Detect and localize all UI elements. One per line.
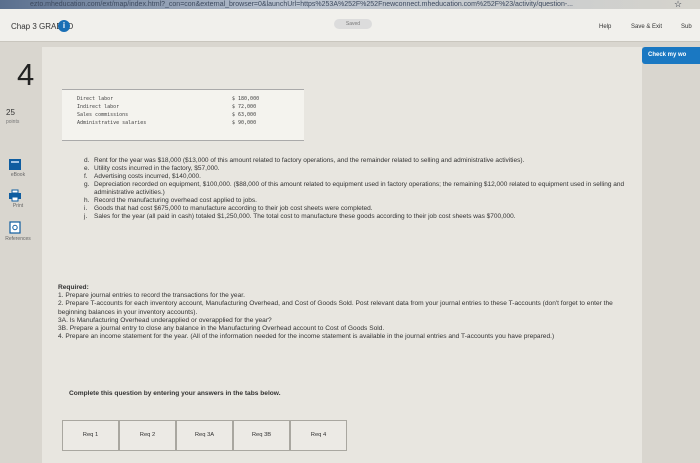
url-text[interactable]: ezto.mheducation.com/ext/map/index.html?… — [30, 0, 573, 9]
cost-amount: $ 180,000 — [232, 96, 260, 102]
sidebar-label-print: Print — [12, 203, 24, 209]
cost-label: Sales commissions — [77, 112, 129, 118]
list-item: i. Goods that had cost $675,000 to manufa… — [84, 205, 373, 212]
cost-label: Administrative salaries — [77, 120, 147, 126]
cost-amount: $ 63,000 — [232, 112, 257, 118]
sidebar-label-references: References — [5, 236, 31, 242]
sidebar-label-ebook: eBook — [10, 172, 26, 178]
list-item: h. Record the manufacturing overhead cost… — [84, 197, 257, 204]
requirement-item: 2. Prepare T-accounts for each inventory… — [58, 300, 613, 316]
required-section: Required: 1. Prepare journal entries to … — [58, 284, 628, 341]
cost-amount: $ 90,000 — [232, 120, 257, 126]
list-item: j. Sales for the year (all paid in cash) … — [84, 213, 516, 220]
question-number: 4 — [17, 57, 35, 92]
tab-req-1[interactable]: Req 1 — [62, 420, 119, 451]
list-item: d. Rent for the year was $18,000 ($13,000… — [84, 157, 525, 164]
requirement-item: 1. Prepare journal entries to record the… — [58, 292, 245, 300]
cost-amount: $ 72,000 — [232, 104, 257, 110]
cost-table: Direct labor $ 180,000 Indirect labor $ … — [62, 89, 304, 141]
bookmark-star-icon[interactable]: ☆ — [674, 0, 682, 9]
saved-status-badge: Saved — [334, 19, 372, 29]
tab-req-3a[interactable]: Req 3A — [176, 420, 233, 451]
tab-req-4[interactable]: Req 4 — [290, 420, 347, 451]
info-icon[interactable]: i — [58, 20, 70, 32]
assignment-header: Chap 3 GRADED i Saved Help Save & Exit S… — [0, 9, 700, 42]
requirement-item: 3A. Is Manufacturing Overhead underappli… — [58, 316, 272, 324]
tab-req-3b[interactable]: Req 3B — [233, 420, 290, 451]
required-heading: Required: — [58, 284, 89, 291]
cost-label: Indirect labor — [77, 104, 120, 110]
list-item: e. Utility costs incurred in the factory,… — [84, 165, 220, 172]
references-icon — [9, 221, 21, 234]
transaction-list: d. Rent for the year was $18,000 ($13,000… — [84, 157, 629, 221]
submit-button[interactable]: Sub — [681, 24, 692, 30]
browser-url-bar[interactable]: ezto.mheducation.com/ext/map/index.html?… — [0, 0, 700, 9]
help-link[interactable]: Help — [599, 24, 611, 30]
tab-req-2[interactable]: Req 2 — [119, 420, 176, 451]
requirement-item: 3B. Prepare a journal entry to close any… — [58, 325, 385, 333]
list-item: f. Advertising costs incurred, $140,000. — [84, 173, 201, 180]
requirement-item: 4. Prepare an income statement for the y… — [58, 333, 555, 341]
instruction-text: Complete this question by entering your … — [69, 390, 281, 397]
check-my-work-button[interactable]: Check my wo — [642, 47, 700, 64]
book-icon — [9, 159, 21, 170]
points-value: 25 — [6, 108, 15, 117]
save-exit-button[interactable]: Save & Exit — [631, 24, 662, 30]
points-label: points — [6, 119, 20, 125]
list-item: g. Depreciation recorded on equipment, $1… — [84, 181, 625, 196]
print-icon — [9, 189, 21, 202]
cost-label: Direct labor — [77, 96, 114, 102]
